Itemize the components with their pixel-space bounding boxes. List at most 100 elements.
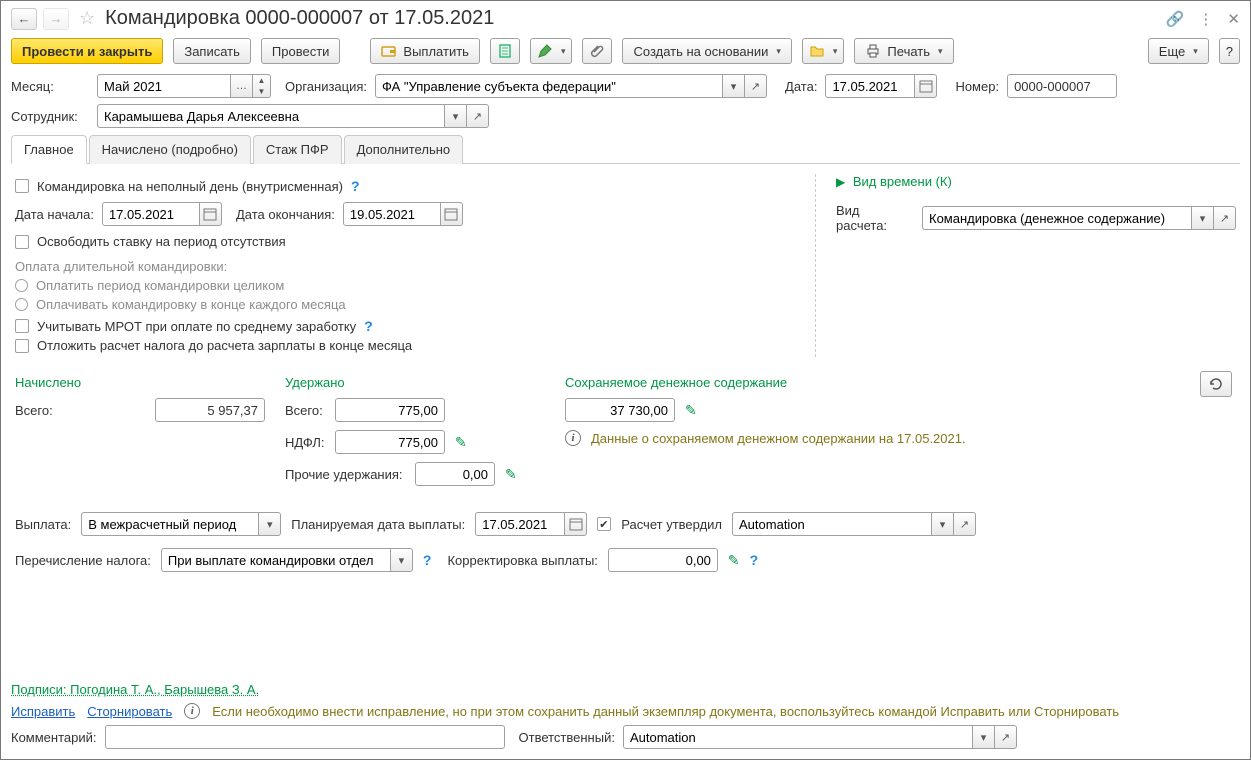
refresh-button[interactable] — [1200, 371, 1232, 397]
signatures-link[interactable]: Подписи: Погодина Т. А., Барышева З. А. — [11, 682, 259, 697]
mrot-help-icon[interactable]: ? — [364, 318, 373, 334]
pencil-icon[interactable]: ✎ — [728, 552, 740, 569]
attachment-button[interactable] — [582, 38, 612, 64]
mrot-checkbox[interactable] — [15, 319, 29, 333]
time-kind-link[interactable]: Вид времени (К) — [853, 174, 952, 189]
comment-input[interactable] — [105, 725, 505, 749]
calc-type-dropdown-button[interactable]: ▾ — [1192, 206, 1214, 230]
planned-date-input[interactable] — [475, 512, 565, 536]
employee-dropdown-button[interactable]: ▾ — [445, 104, 467, 128]
approved-checkbox[interactable] — [597, 517, 611, 531]
tax-transfer-input[interactable] — [161, 548, 391, 572]
payment-period-input[interactable] — [81, 512, 259, 536]
start-date-input[interactable] — [102, 202, 200, 226]
calc-type-open-button[interactable]: ↗ — [1214, 206, 1236, 230]
free-rate-checkbox[interactable] — [15, 235, 29, 249]
tab-accrued-detail[interactable]: Начислено (подробно) — [89, 135, 251, 164]
ndfl-label: НДФЛ: — [285, 435, 325, 450]
kept-amount-input[interactable] — [565, 398, 675, 422]
approved-by-dropdown-button[interactable]: ▾ — [932, 512, 954, 536]
org-open-button[interactable]: ↗ — [745, 74, 767, 98]
month-ellipsis-button[interactable]: … — [231, 74, 253, 98]
post-and-close-button[interactable]: Провести и закрыть — [11, 38, 163, 64]
part-day-checkbox[interactable] — [15, 179, 29, 193]
tab-extra[interactable]: Дополнительно — [344, 135, 464, 164]
start-date-calendar-button[interactable] — [200, 202, 222, 226]
responsible-open-button[interactable]: ↗ — [995, 725, 1017, 749]
part-day-label: Командировка на неполный день (внутрисме… — [37, 179, 343, 194]
month-spinner[interactable]: ▲▼ — [253, 74, 271, 98]
info-icon: i — [565, 430, 581, 446]
end-date-label: Дата окончания: — [236, 207, 335, 222]
date-calendar-button[interactable] — [915, 74, 937, 98]
payment-correction-help-icon[interactable]: ? — [750, 552, 759, 568]
print-button[interactable]: Печать▾ — [854, 38, 953, 64]
tab-main[interactable]: Главное — [11, 135, 87, 164]
employee-input[interactable] — [97, 104, 445, 128]
comment-label: Комментарий: — [11, 730, 97, 745]
month-label: Месяц: — [11, 79, 89, 94]
more-button[interactable]: Еще▾ — [1148, 38, 1209, 64]
post-button[interactable]: Провести — [261, 38, 341, 64]
responsible-dropdown-button[interactable]: ▾ — [973, 725, 995, 749]
calc-type-input[interactable] — [922, 206, 1192, 230]
document-icon-button[interactable] — [490, 38, 520, 64]
close-icon[interactable]: ✕ — [1227, 10, 1240, 28]
payment-label: Выплата: — [15, 517, 71, 532]
employee-open-button[interactable]: ↗ — [467, 104, 489, 128]
nav-back-button[interactable]: ← — [11, 8, 37, 30]
approved-label: Расчет утвердил — [621, 517, 722, 532]
pay-monthly-radio — [15, 298, 28, 311]
org-input[interactable] — [375, 74, 723, 98]
ndfl-input[interactable] — [335, 430, 445, 454]
withheld-total-input[interactable] — [335, 398, 445, 422]
help-button[interactable]: ? — [1219, 38, 1240, 64]
favorite-star-icon[interactable]: ☆ — [79, 8, 95, 29]
planned-date-calendar-button[interactable] — [565, 512, 587, 536]
part-day-help-icon[interactable]: ? — [351, 178, 360, 194]
paperclip-icon — [589, 43, 605, 59]
planned-date-label: Планируемая дата выплаты: — [291, 517, 465, 532]
link-icon[interactable]: 🔗 — [1166, 10, 1185, 28]
storno-link[interactable]: Сторнировать — [87, 704, 172, 719]
month-input[interactable] — [97, 74, 231, 98]
number-label: Номер: — [955, 79, 999, 94]
window-title: Командировка 0000-000007 от 17.05.2021 — [105, 7, 494, 30]
approved-by-open-button[interactable]: ↗ — [954, 512, 976, 536]
withheld-header: Удержано — [285, 375, 545, 390]
responsible-input[interactable] — [623, 725, 973, 749]
kept-info-text: Данные о сохраняемом денежном содержании… — [591, 431, 966, 446]
chevron-down-icon: ▾ — [833, 46, 838, 57]
end-date-input[interactable] — [343, 202, 441, 226]
fix-link[interactable]: Исправить — [11, 704, 75, 719]
kebab-menu-icon[interactable]: ⋮ — [1198, 10, 1213, 28]
save-button[interactable]: Записать — [173, 38, 251, 64]
approved-by-input[interactable] — [732, 512, 932, 536]
payment-correction-input[interactable] — [608, 548, 718, 572]
withheld-total-label: Всего: — [285, 403, 325, 418]
defer-tax-checkbox[interactable] — [15, 339, 29, 353]
create-based-on-button[interactable]: Создать на основании▾ — [622, 38, 791, 64]
nav-forward-button[interactable]: → — [43, 8, 69, 30]
calendar-icon — [919, 79, 933, 93]
fix-hint-text: Если необходимо внести исправление, но п… — [212, 704, 1240, 719]
other-withheld-label: Прочие удержания: — [285, 467, 405, 482]
date-input[interactable] — [825, 74, 915, 98]
edit-icon-button[interactable]: ▾ — [530, 38, 573, 64]
accrued-total-label: Всего: — [15, 403, 145, 418]
org-dropdown-button[interactable]: ▾ — [723, 74, 745, 98]
pay-button[interactable]: Выплатить — [370, 38, 480, 64]
tab-pfr[interactable]: Стаж ПФР — [253, 135, 342, 164]
folder-action-button[interactable]: ▾ — [802, 38, 845, 64]
end-date-calendar-button[interactable] — [441, 202, 463, 226]
payment-period-dropdown-button[interactable]: ▾ — [259, 512, 281, 536]
other-withheld-input[interactable] — [415, 462, 495, 486]
tax-transfer-dropdown-button[interactable]: ▾ — [391, 548, 413, 572]
tax-transfer-help-icon[interactable]: ? — [423, 552, 432, 568]
pencil-icon[interactable]: ✎ — [505, 466, 517, 483]
printer-icon — [865, 43, 881, 59]
wallet-icon — [381, 43, 397, 59]
accrued-total-value: 5 957,37 — [155, 398, 265, 422]
pencil-icon[interactable]: ✎ — [455, 434, 467, 451]
pencil-icon[interactable]: ✎ — [685, 402, 697, 419]
